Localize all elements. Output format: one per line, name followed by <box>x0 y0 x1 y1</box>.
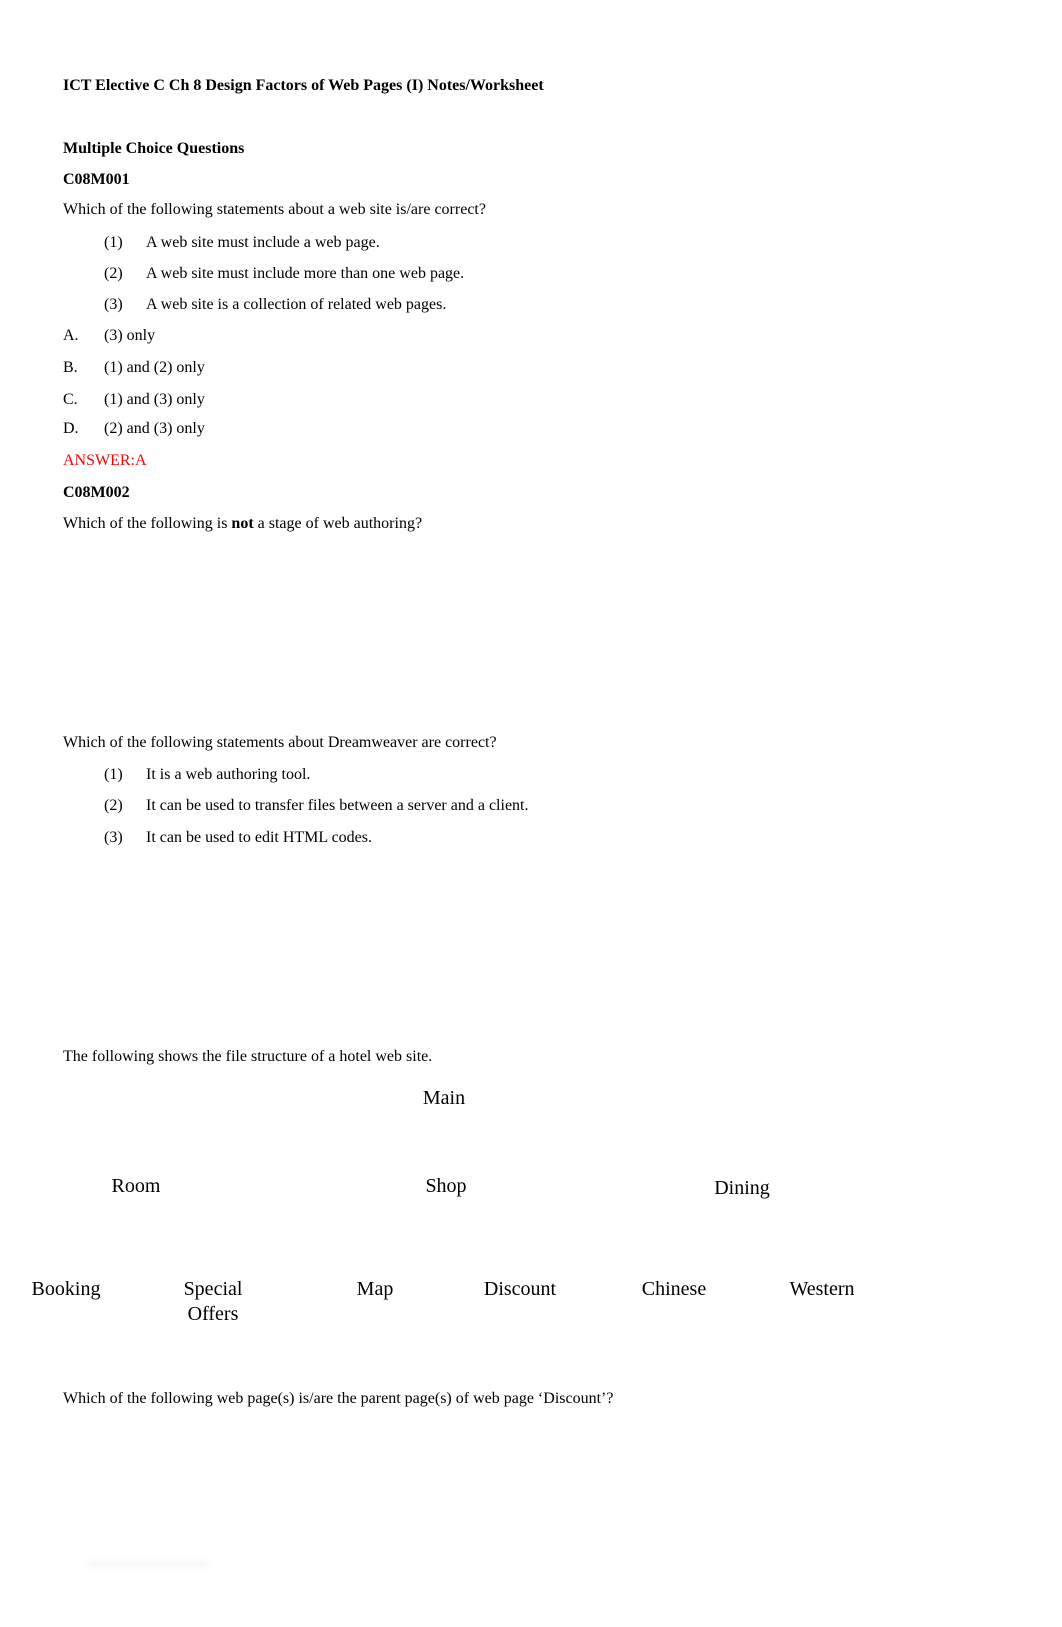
option-letter: D. <box>63 420 79 437</box>
faint-shadow-artifact <box>88 1562 208 1570</box>
statement-number: (3) <box>104 296 123 313</box>
node-discount: Discount <box>483 1278 557 1300</box>
statement-text: A web site must include a web page. <box>146 234 380 251</box>
answer-label: ANSWER:A <box>63 452 147 469</box>
statement-number: (1) <box>104 234 123 251</box>
node-dining: Dining <box>714 1177 770 1199</box>
statement-text: A web site must include more than one we… <box>146 265 465 282</box>
statement-number: (2) <box>104 265 123 282</box>
option-letter: A. <box>63 327 79 344</box>
structure-intro: The following shows the file structure o… <box>63 1048 433 1065</box>
node-label-line: Offers <box>187 1303 239 1325</box>
question-stem: Which of the following statements about … <box>63 201 486 218</box>
node-main: Main <box>422 1087 466 1109</box>
option-text: (1) and (3) only <box>104 391 205 408</box>
question-code: C08M002 <box>63 484 130 501</box>
statement-number: (3) <box>104 829 123 846</box>
option-text: (3) only <box>104 327 156 344</box>
document-title: ICT Elective C Ch 8 Design Factors of We… <box>63 77 544 94</box>
question-stem: Which of the following web page(s) is/ar… <box>63 1390 614 1407</box>
question-stem: Which of the following is not a stage of… <box>63 514 422 534</box>
node-western: Western <box>789 1278 855 1300</box>
statement-text: It is a web authoring tool. <box>146 766 311 783</box>
option-text: (1) and (2) only <box>104 359 205 376</box>
statement-text: A web site is a collection of related we… <box>146 296 447 313</box>
stem-emphasis: not <box>231 515 254 532</box>
option-letter: B. <box>63 359 78 376</box>
node-label-line: Special <box>183 1278 243 1300</box>
statement-number: (1) <box>104 766 123 783</box>
node-room: Room <box>111 1175 161 1197</box>
section-heading: Multiple Choice Questions <box>63 140 245 157</box>
statement-text: It can be used to edit HTML codes. <box>146 829 373 846</box>
option-letter: C. <box>63 391 78 408</box>
node-booking: Booking <box>31 1278 101 1300</box>
node-map: Map <box>356 1278 394 1300</box>
question-stem: Which of the following statements about … <box>63 734 497 751</box>
statement-text: It can be used to transfer files between… <box>146 797 529 814</box>
statement-number: (2) <box>104 797 123 814</box>
option-text: (2) and (3) only <box>104 420 205 437</box>
stem-text: a stage of web authoring? <box>253 515 423 532</box>
stem-text: Which of the following is <box>63 515 232 532</box>
node-chinese: Chinese <box>641 1278 707 1300</box>
node-shop: Shop <box>425 1175 467 1197</box>
question-code: C08M001 <box>63 171 130 188</box>
node-special-offers: Special Offers <box>163 1277 263 1327</box>
